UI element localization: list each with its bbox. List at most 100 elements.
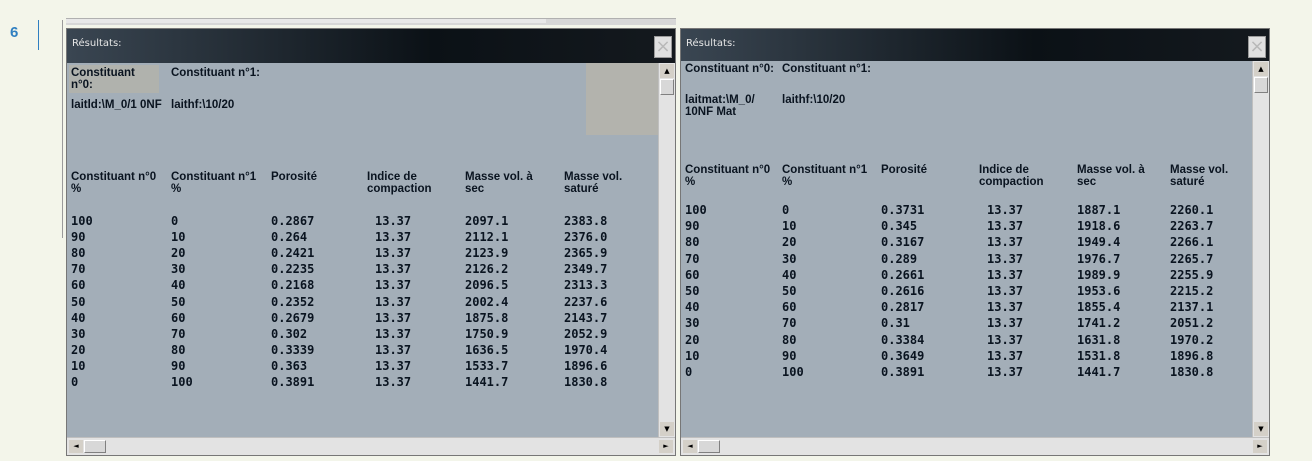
table-cell: 0 <box>71 375 79 389</box>
table-cell: 100 <box>782 365 804 379</box>
table-cell: 1750.9 <box>465 326 509 341</box>
table-cell: 20 <box>782 235 797 250</box>
table-cell: 13.37 <box>987 348 1024 363</box>
close-icon: × <box>655 36 671 57</box>
table-cell: 0.264 <box>271 230 308 245</box>
table-cell: 40 <box>71 310 86 325</box>
table-cell: 0.2867 <box>271 214 315 228</box>
pane-shade <box>586 63 658 135</box>
table-cell: 10 <box>71 358 86 373</box>
table-cell: 13.37 <box>375 278 412 293</box>
table-cell: 13.37 <box>375 358 412 373</box>
column-header: Porosité <box>881 164 928 176</box>
window-title: Résultats: <box>686 38 736 49</box>
table-cell: 30 <box>171 262 186 277</box>
constituent-1-header: Constituant n°1: <box>782 63 871 75</box>
title-bar: Résultats: × <box>67 29 675 63</box>
table-cell: 10 <box>782 219 797 234</box>
table-cell: 1976.7 <box>1077 251 1121 266</box>
table-cell: 2215.2 <box>1170 284 1214 298</box>
window-title: Résultats: <box>72 38 122 49</box>
table-cell: 0.2168 <box>271 278 315 293</box>
table-cell: 1631.8 <box>1077 332 1121 347</box>
table-cell: 13.37 <box>987 300 1024 315</box>
scroll-right-icon[interactable]: ► <box>1253 440 1267 453</box>
table-cell: 70 <box>782 316 797 331</box>
table-cell: 1970.4 <box>564 342 608 357</box>
vertical-scrollbar[interactable]: ▲ ▼ <box>1252 61 1269 437</box>
table-cell: 40 <box>782 267 797 282</box>
table-cell: 2265.7 <box>1170 251 1214 266</box>
table-cell: 1533.7 <box>465 358 509 373</box>
table-cell: 2260.1 <box>1170 203 1214 217</box>
scroll-left-icon[interactable]: ◄ <box>683 440 697 453</box>
column-header: Masse vol. à sec <box>1077 164 1145 188</box>
close-button[interactable]: × <box>1248 36 1266 58</box>
table-cell: 2097.1 <box>465 214 509 228</box>
table-cell: 0.3384 <box>881 332 925 347</box>
table-cell: 1953.6 <box>1077 284 1121 298</box>
table-cell: 40 <box>685 300 700 315</box>
scroll-right-icon[interactable]: ► <box>659 440 673 453</box>
table-cell: 80 <box>171 342 186 357</box>
scroll-up-icon[interactable]: ▲ <box>660 64 674 78</box>
table-cell: 13.37 <box>375 246 412 261</box>
table-cell: 70 <box>685 251 700 266</box>
results-pane: Constituant n°0: Constituant n°1: laitld… <box>67 63 658 437</box>
table-cell: 1949.4 <box>1077 235 1121 250</box>
scroll-up-icon[interactable]: ▲ <box>1254 62 1268 76</box>
constituent-1-header: Constituant n°1: <box>171 67 260 79</box>
table-cell: 100 <box>71 214 93 228</box>
table-cell: 13.37 <box>987 219 1024 234</box>
scroll-thumb[interactable] <box>84 440 106 453</box>
table-cell: 1918.6 <box>1077 219 1121 234</box>
table-cell: 60 <box>685 267 700 282</box>
table-cell: 1830.8 <box>564 375 608 389</box>
scroll-thumb[interactable] <box>660 79 674 95</box>
constituent-0-header: Constituant n°0: <box>685 63 774 75</box>
table-cell: 30 <box>685 316 700 331</box>
table-cell: 13.37 <box>987 332 1024 347</box>
table-cell: 2123.9 <box>465 246 509 261</box>
table-cell: 13.37 <box>375 294 412 309</box>
table-cell: 0 <box>782 203 790 217</box>
table-cell: 70 <box>171 326 186 341</box>
table-cell: 13.37 <box>987 284 1024 298</box>
table-cell: 80 <box>71 246 86 261</box>
scroll-thumb[interactable] <box>1254 77 1268 93</box>
scroll-left-icon[interactable]: ◄ <box>69 440 83 453</box>
table-cell: 50 <box>171 294 186 309</box>
table-cell: 13.37 <box>987 365 1024 379</box>
close-button[interactable]: × <box>654 36 672 58</box>
table-cell: 0.2661 <box>881 267 925 282</box>
table-cell: 90 <box>685 219 700 234</box>
table-cell: 2052.9 <box>564 326 608 341</box>
title-bar: Résultats: × <box>681 29 1269 61</box>
column-header: Masse vol. saturé <box>564 171 623 195</box>
table-cell: 13.37 <box>987 267 1024 282</box>
table-cell: 40 <box>171 278 186 293</box>
table-cell: 1830.8 <box>1170 365 1214 379</box>
table-cell: 1970.2 <box>1170 332 1214 347</box>
vertical-scrollbar[interactable]: ▲ ▼ <box>658 63 675 437</box>
horizontal-scrollbar[interactable]: ◄ ► <box>681 437 1269 455</box>
column-header: Masse vol. à sec <box>465 171 533 195</box>
table-cell: 50 <box>71 294 86 309</box>
table-cell: 80 <box>685 235 700 250</box>
table-cell: 2051.2 <box>1170 316 1214 331</box>
table-cell: 0.3167 <box>881 235 925 250</box>
background-window-strip <box>66 18 676 25</box>
table-cell: 2383.8 <box>564 214 608 228</box>
column-header: Indice de compaction <box>367 171 432 195</box>
figure-number: 6 <box>10 24 19 41</box>
scroll-down-icon[interactable]: ▼ <box>660 422 674 436</box>
scroll-down-icon[interactable]: ▼ <box>1254 422 1268 436</box>
table-cell: 90 <box>171 358 186 373</box>
scroll-thumb[interactable] <box>698 440 720 453</box>
table-cell: 0.3891 <box>881 365 925 379</box>
table-cell: 13.37 <box>987 251 1024 266</box>
table-cell: 1636.5 <box>465 342 509 357</box>
table-cell: 13.37 <box>375 262 412 277</box>
horizontal-scrollbar[interactable]: ◄ ► <box>67 437 675 455</box>
table-cell: 60 <box>782 300 797 315</box>
